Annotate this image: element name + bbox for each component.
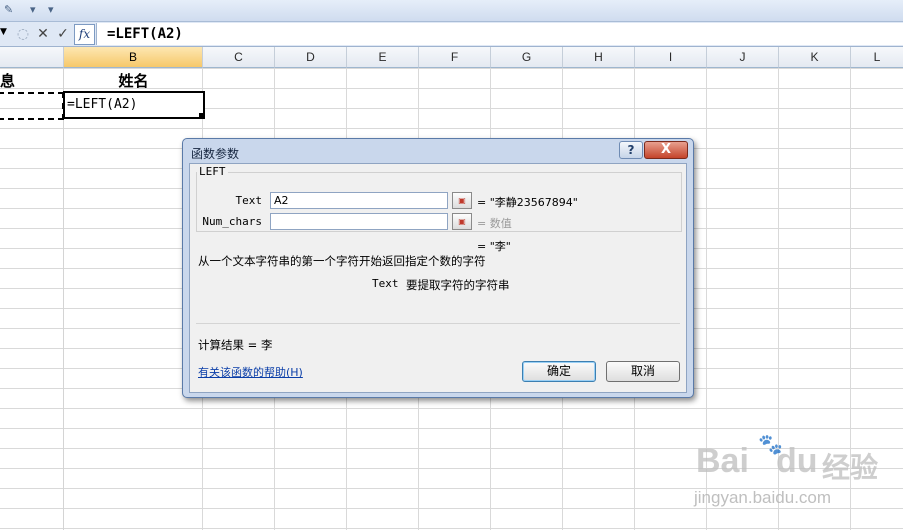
cell-b2-text: =LEFT(A2) [67, 97, 138, 112]
fill-handle[interactable] [199, 113, 204, 118]
arg-label-num-chars: Num_chars [202, 215, 262, 228]
edit-icon[interactable]: ✎ [4, 3, 13, 17]
dialog-body: LEFT Text A2 ▣ = "李静23567894" Num_chars … [189, 163, 687, 393]
cell-a1[interactable]: 息 [0, 70, 15, 91]
dialog-title: 函数参数 [191, 147, 240, 161]
dialog-close-button[interactable]: X [644, 141, 688, 159]
active-cell-b2[interactable]: =LEFT(A2) [63, 91, 205, 119]
ok-button[interactable]: 确定 [522, 361, 596, 382]
cancel-icon[interactable]: ✕ [34, 25, 52, 43]
column-header-f[interactable]: F [419, 47, 491, 68]
baidu-watermark: Bai 🐾 du 经验 jingyan.baidu.com [690, 432, 890, 520]
column-header-g[interactable]: G [491, 47, 563, 68]
arg-description-name: Text [372, 277, 399, 290]
cell-b1[interactable]: 姓名 [64, 70, 203, 91]
watermark-brand: Bai [696, 442, 749, 480]
cancel-button[interactable]: 取消 [606, 361, 680, 382]
column-header-b[interactable]: B [64, 47, 203, 68]
calc-result: 计算结果 = 李 [198, 338, 273, 352]
collapse-dialog-icon[interactable]: ▣ [452, 213, 472, 230]
function-name: LEFT [197, 165, 228, 178]
formula-bar: ▼ ◌ ✕ ✓ fx =LEFT(A2) [0, 22, 903, 47]
enter-icon[interactable]: ✓ [54, 25, 72, 43]
formula-input[interactable]: =LEFT(A2) [96, 23, 903, 45]
formula-result-preview: = "李" [477, 240, 511, 253]
cell-a2-reference-marquee[interactable] [0, 92, 64, 120]
arg-label-text: Text [235, 194, 263, 207]
expand-icon[interactable]: ◌ [14, 25, 32, 43]
column-header-l[interactable]: L [851, 47, 903, 68]
column-header-j[interactable]: J [707, 47, 779, 68]
arg-result-num-chars: = 数值 [477, 217, 512, 230]
arg-description: 要提取字符的字符串 [406, 278, 510, 292]
watermark-brand-2: du [776, 442, 818, 480]
customize-toolbar-icon[interactable]: ▾ [48, 3, 54, 17]
watermark-brand-cn: 经验 [822, 451, 879, 484]
arg-result-text: = "李静23567894" [477, 196, 578, 209]
quick-access-toolbar: ✎ ▾ ▾ [0, 0, 903, 22]
column-header-h[interactable]: H [563, 47, 635, 68]
column-header-d[interactable]: D [275, 47, 347, 68]
column-header-i[interactable]: I [635, 47, 707, 68]
arg-input-num-chars[interactable] [270, 213, 448, 230]
column-header-k[interactable]: K [779, 47, 851, 68]
watermark-url: jingyan.baidu.com [694, 488, 832, 507]
dialog-help-button[interactable]: ? [619, 141, 643, 159]
divider [196, 323, 680, 324]
dropdown-icon[interactable]: ▾ [30, 3, 36, 17]
column-header-c[interactable]: C [203, 47, 275, 68]
collapse-dialog-icon[interactable]: ▣ [452, 192, 472, 209]
formula-text: =LEFT(A2) [107, 26, 183, 42]
function-arguments-dialog: 函数参数 ? X LEFT Text A2 ▣ = "李静23567894" N… [182, 138, 694, 398]
insert-function-button[interactable]: fx [74, 24, 95, 45]
arg-input-text[interactable]: A2 [270, 192, 448, 209]
column-header-a[interactable] [0, 47, 64, 68]
function-help-link[interactable]: 有关该函数的帮助(H) [198, 364, 303, 380]
function-description: 从一个文本字符串的第一个字符开始返回指定个数的字符 [198, 254, 486, 268]
name-box-dropdown-icon[interactable]: ▼ [0, 27, 7, 37]
column-header-e[interactable]: E [347, 47, 419, 68]
